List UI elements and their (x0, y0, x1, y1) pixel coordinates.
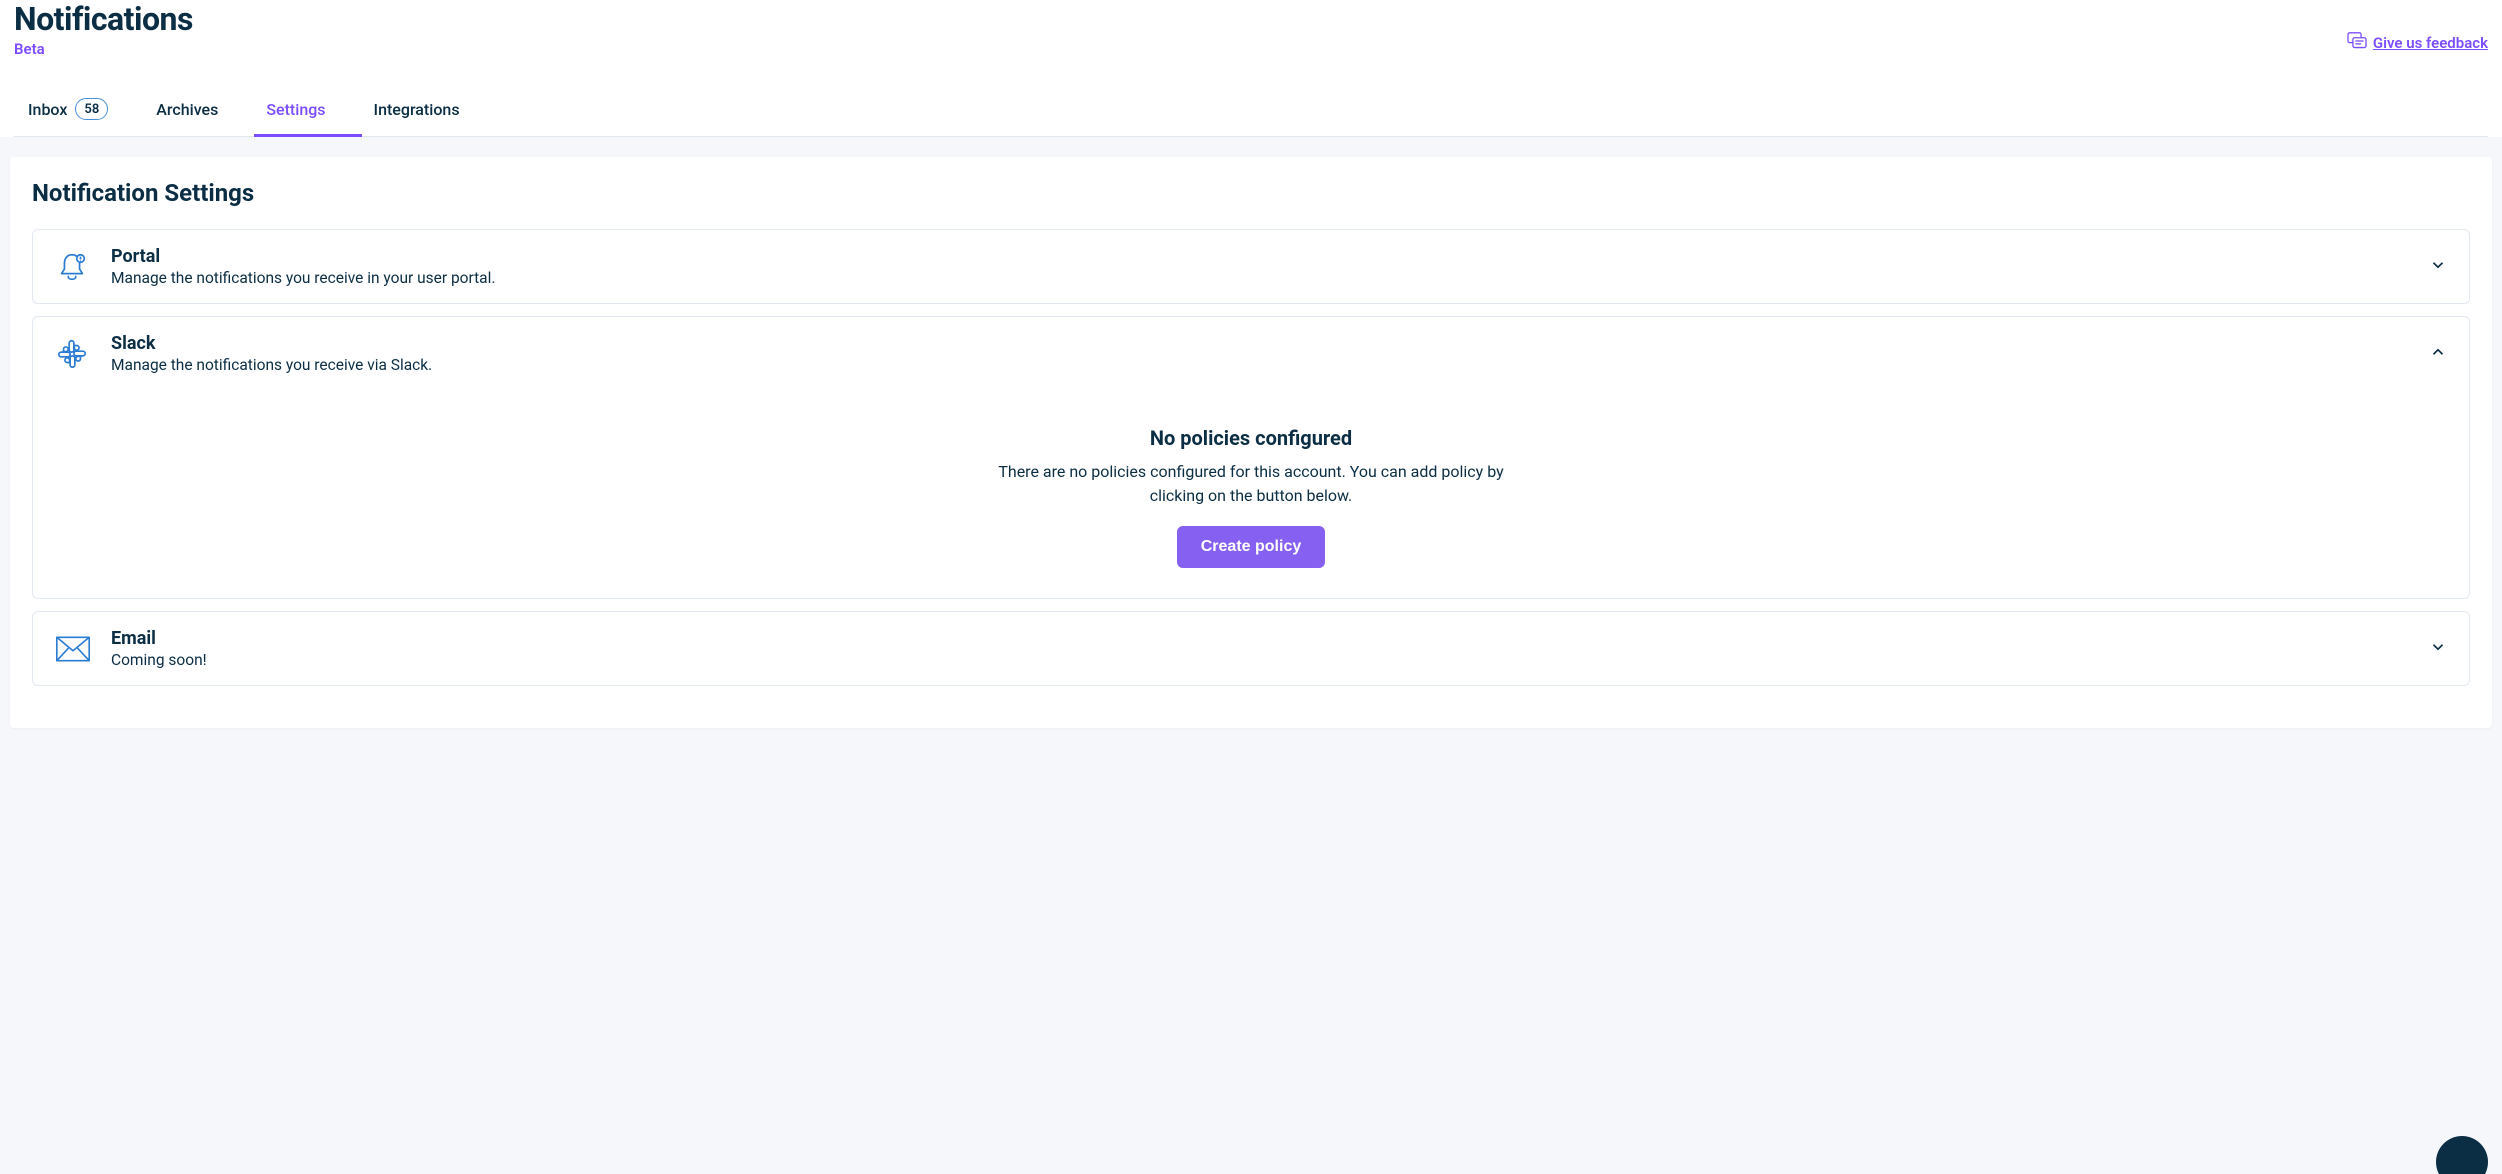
tab-inbox-count-badge: 58 (75, 98, 108, 120)
chevron-down-icon (2429, 638, 2447, 660)
tab-settings[interactable]: Settings (254, 86, 361, 137)
tab-archives-label: Archives (156, 100, 218, 119)
create-policy-button[interactable]: Create policy (1177, 526, 1325, 568)
feedback-icon (2347, 32, 2367, 54)
tab-integrations-label: Integrations (374, 100, 460, 119)
accordion-portal: Portal Manage the notifications you rece… (32, 229, 2470, 304)
envelope-icon (55, 631, 97, 667)
give-feedback-link[interactable]: Give us feedback (2347, 32, 2488, 54)
accordion-slack-body: No policies configured There are no poli… (33, 390, 2469, 598)
help-fab[interactable] (2436, 1136, 2488, 1174)
beta-badge: Beta (14, 40, 193, 58)
empty-state-desc: There are no policies configured for thi… (986, 460, 1516, 508)
tab-inbox-label: Inbox (28, 100, 67, 119)
accordion-email: Email Coming soon! (32, 611, 2470, 686)
section-title: Notification Settings (32, 179, 2470, 207)
accordion-slack: Slack Manage the notifications you recei… (32, 316, 2470, 599)
accordion-email-title: Email (111, 628, 2429, 649)
chevron-down-icon (2429, 256, 2447, 278)
tab-settings-label: Settings (266, 100, 325, 119)
page-title: Notifications (14, 0, 193, 38)
accordion-slack-title: Slack (111, 333, 2429, 354)
accordion-email-header[interactable]: Email Coming soon! (33, 612, 2469, 685)
accordion-portal-title: Portal (111, 246, 2429, 267)
give-feedback-label: Give us feedback (2373, 34, 2488, 52)
accordion-email-desc: Coming soon! (111, 651, 2429, 669)
accordion-slack-desc: Manage the notifications you receive via… (111, 356, 2429, 374)
tab-archives[interactable]: Archives (144, 86, 254, 137)
empty-state-title: No policies configured (55, 426, 2447, 450)
slack-icon (55, 336, 97, 372)
bell-icon (55, 249, 97, 285)
accordion-portal-desc: Manage the notifications you receive in … (111, 269, 2429, 287)
tabs: Inbox 58 Archives Settings Integrations (14, 86, 2488, 137)
tab-inbox[interactable]: Inbox 58 (14, 86, 144, 137)
accordion-slack-header[interactable]: Slack Manage the notifications you recei… (33, 317, 2469, 390)
chevron-up-icon (2429, 343, 2447, 365)
accordion-portal-header[interactable]: Portal Manage the notifications you rece… (33, 230, 2469, 303)
tab-integrations[interactable]: Integrations (362, 86, 496, 137)
